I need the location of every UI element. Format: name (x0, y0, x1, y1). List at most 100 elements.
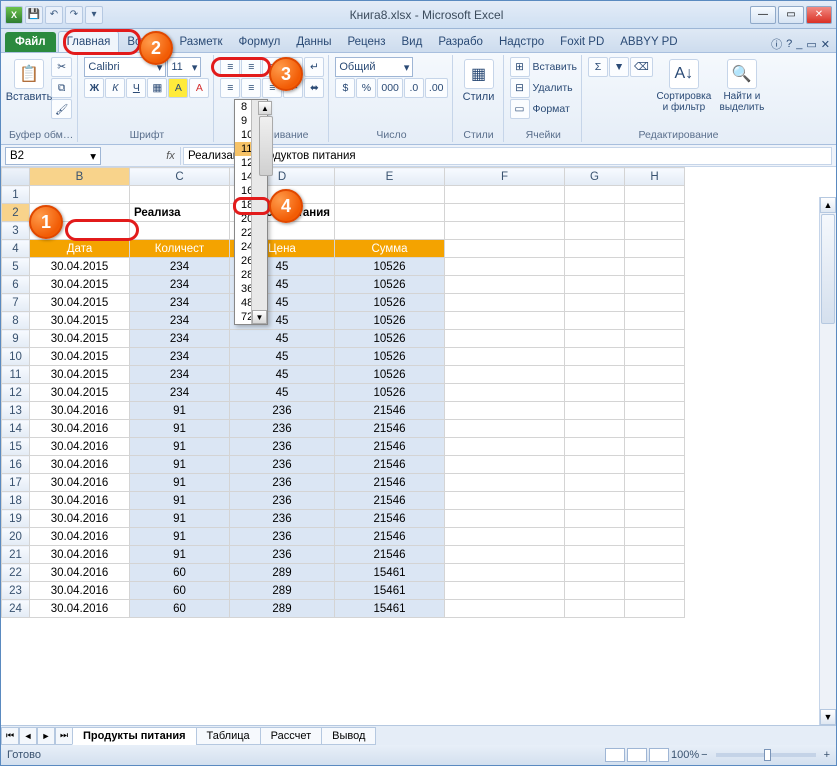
cell[interactable] (445, 438, 565, 456)
cell[interactable] (565, 366, 625, 384)
cell[interactable]: 10526 (335, 276, 445, 294)
cell[interactable] (445, 564, 565, 582)
sheet-nav-prev-icon[interactable]: ◄ (19, 727, 37, 745)
cell[interactable]: 21546 (335, 474, 445, 492)
cell[interactable]: 234 (130, 330, 230, 348)
cell[interactable]: 21546 (335, 492, 445, 510)
qat-redo-icon[interactable]: ↷ (65, 6, 83, 24)
cell[interactable]: 15461 (335, 600, 445, 618)
window-close-button[interactable]: ✕ (806, 6, 832, 24)
cell[interactable]: 10526 (335, 258, 445, 276)
cell[interactable]: 236 (230, 438, 335, 456)
cell[interactable]: 30.04.2016 (30, 474, 130, 492)
row-header[interactable]: 19 (2, 510, 30, 528)
cell[interactable]: 234 (130, 294, 230, 312)
cell[interactable]: 236 (230, 402, 335, 420)
cell[interactable] (625, 528, 685, 546)
autosum-icon[interactable]: Σ (588, 57, 608, 77)
cell[interactable]: 236 (230, 510, 335, 528)
cell[interactable] (565, 492, 625, 510)
cell[interactable] (445, 312, 565, 330)
vertical-scrollbar[interactable]: ▲ ▼ (819, 197, 836, 725)
tab-view[interactable]: Вид (394, 32, 431, 52)
align-top-icon[interactable]: ≡ (220, 57, 240, 77)
cell[interactable]: 30.04.2015 (30, 294, 130, 312)
row-header[interactable]: 14 (2, 420, 30, 438)
cell[interactable] (565, 258, 625, 276)
insert-cells-button[interactable]: Вставить (531, 61, 578, 73)
cell[interactable]: 30.04.2016 (30, 420, 130, 438)
cell[interactable]: 21546 (335, 456, 445, 474)
cell[interactable] (445, 582, 565, 600)
vscroll-down-icon[interactable]: ▼ (820, 709, 836, 725)
row-header[interactable]: 22 (2, 564, 30, 582)
number-format-combo[interactable]: Общий▾ (335, 57, 413, 77)
tab-review[interactable]: Реценз (339, 32, 393, 52)
cell[interactable]: 236 (230, 528, 335, 546)
cell[interactable] (625, 222, 685, 240)
cell[interactable] (445, 222, 565, 240)
cell[interactable]: Дата (30, 240, 130, 258)
row-header[interactable]: 3 (2, 222, 30, 240)
cell[interactable]: 234 (130, 276, 230, 294)
cell[interactable]: 45 (230, 366, 335, 384)
cut-icon[interactable]: ✂ (51, 57, 72, 77)
cell[interactable] (445, 528, 565, 546)
cell[interactable]: 45 (230, 330, 335, 348)
cell[interactable]: 30.04.2016 (30, 564, 130, 582)
vscroll-thumb[interactable] (821, 214, 835, 324)
cell[interactable]: 21546 (335, 402, 445, 420)
cell[interactable]: 30.04.2015 (30, 312, 130, 330)
tab-abbyy[interactable]: ABBYY PD (612, 32, 685, 52)
tab-foxit[interactable]: Foxit PD (552, 32, 612, 52)
doc-close-icon[interactable]: ✕ (821, 38, 830, 51)
select-all-corner[interactable] (2, 168, 30, 186)
cell[interactable] (625, 258, 685, 276)
cell[interactable] (625, 456, 685, 474)
row-header[interactable]: 16 (2, 456, 30, 474)
cell[interactable]: 30.04.2016 (30, 438, 130, 456)
cell[interactable]: 21546 (335, 420, 445, 438)
cell[interactable] (565, 312, 625, 330)
cell[interactable] (565, 186, 625, 204)
delete-cells-button[interactable]: Удалить (531, 82, 573, 94)
qat-undo-icon[interactable]: ↶ (45, 6, 63, 24)
cell[interactable]: 289 (230, 600, 335, 618)
scroll-down-icon[interactable]: ▼ (252, 310, 267, 324)
font-size-dropdown[interactable]: ▲ ▼ 891011121416182022242628364872 (234, 99, 268, 325)
cell[interactable]: 30.04.2016 (30, 582, 130, 600)
cell[interactable] (625, 438, 685, 456)
cell[interactable]: 30.04.2016 (30, 402, 130, 420)
column-header[interactable]: H (625, 168, 685, 186)
cell[interactable]: 236 (230, 474, 335, 492)
column-header[interactable]: E (335, 168, 445, 186)
vscroll-up-icon[interactable]: ▲ (820, 197, 836, 213)
dec-inc-icon[interactable]: .0 (404, 78, 424, 98)
cell[interactable]: 91 (130, 438, 230, 456)
formula-input[interactable]: Реализация продуктов питания (183, 147, 832, 165)
row-header[interactable]: 21 (2, 546, 30, 564)
window-minimize-button[interactable]: — (750, 6, 776, 24)
row-header[interactable]: 6 (2, 276, 30, 294)
cell[interactable] (445, 294, 565, 312)
cell[interactable]: 91 (130, 528, 230, 546)
cell[interactable] (130, 222, 230, 240)
cell[interactable] (625, 510, 685, 528)
cell[interactable]: 60 (130, 600, 230, 618)
column-header[interactable]: G (565, 168, 625, 186)
styles-button[interactable]: ▦ Стили (459, 57, 499, 103)
cell[interactable]: 60 (130, 564, 230, 582)
qat-save-icon[interactable]: 💾 (25, 6, 43, 24)
zoom-plus-button[interactable]: + (824, 749, 830, 761)
cell[interactable] (565, 402, 625, 420)
tab-developer[interactable]: Разрабо (430, 32, 491, 52)
cell[interactable] (445, 492, 565, 510)
tab-layout[interactable]: Разметк (171, 32, 230, 52)
cell[interactable] (625, 384, 685, 402)
cell[interactable] (565, 474, 625, 492)
cell[interactable]: 234 (130, 312, 230, 330)
zoom-slider[interactable] (716, 753, 816, 757)
cell[interactable]: 91 (130, 492, 230, 510)
cell[interactable] (625, 312, 685, 330)
row-header[interactable]: 7 (2, 294, 30, 312)
